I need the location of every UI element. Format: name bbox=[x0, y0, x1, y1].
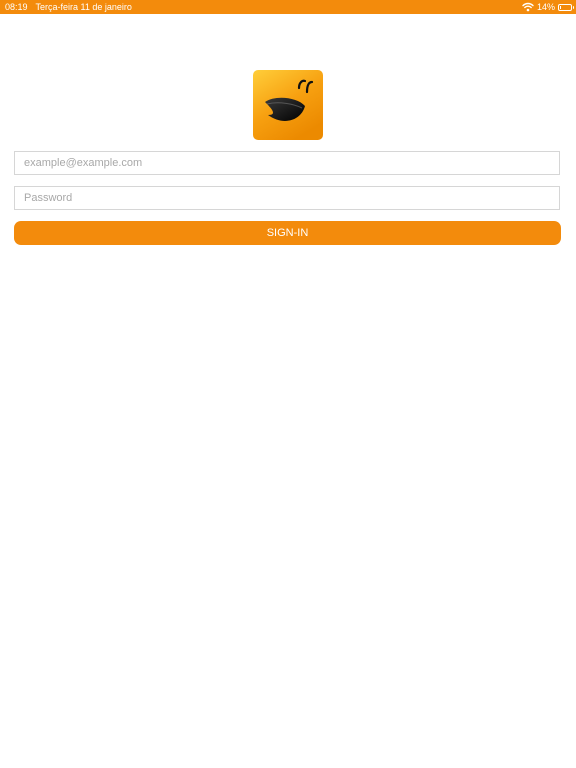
battery-icon bbox=[558, 3, 574, 11]
battery-percent: 14% bbox=[536, 2, 555, 12]
email-field[interactable] bbox=[14, 151, 560, 175]
password-field[interactable] bbox=[14, 186, 560, 210]
sign-in-button[interactable]: SIGN-IN bbox=[14, 221, 561, 245]
status-bar: 08:19 Terça-feira 11 de janeiro 14% bbox=[0, 0, 576, 14]
status-left: 08:19 Terça-feira 11 de janeiro bbox=[5, 0, 140, 14]
status-time: 08:19 bbox=[5, 2, 28, 12]
status-date: Terça-feira 11 de janeiro bbox=[35, 2, 132, 12]
wifi-icon bbox=[522, 2, 534, 12]
app-logo-icon bbox=[253, 70, 323, 140]
status-right: 14% bbox=[522, 0, 574, 14]
battery-fill bbox=[560, 5, 561, 9]
